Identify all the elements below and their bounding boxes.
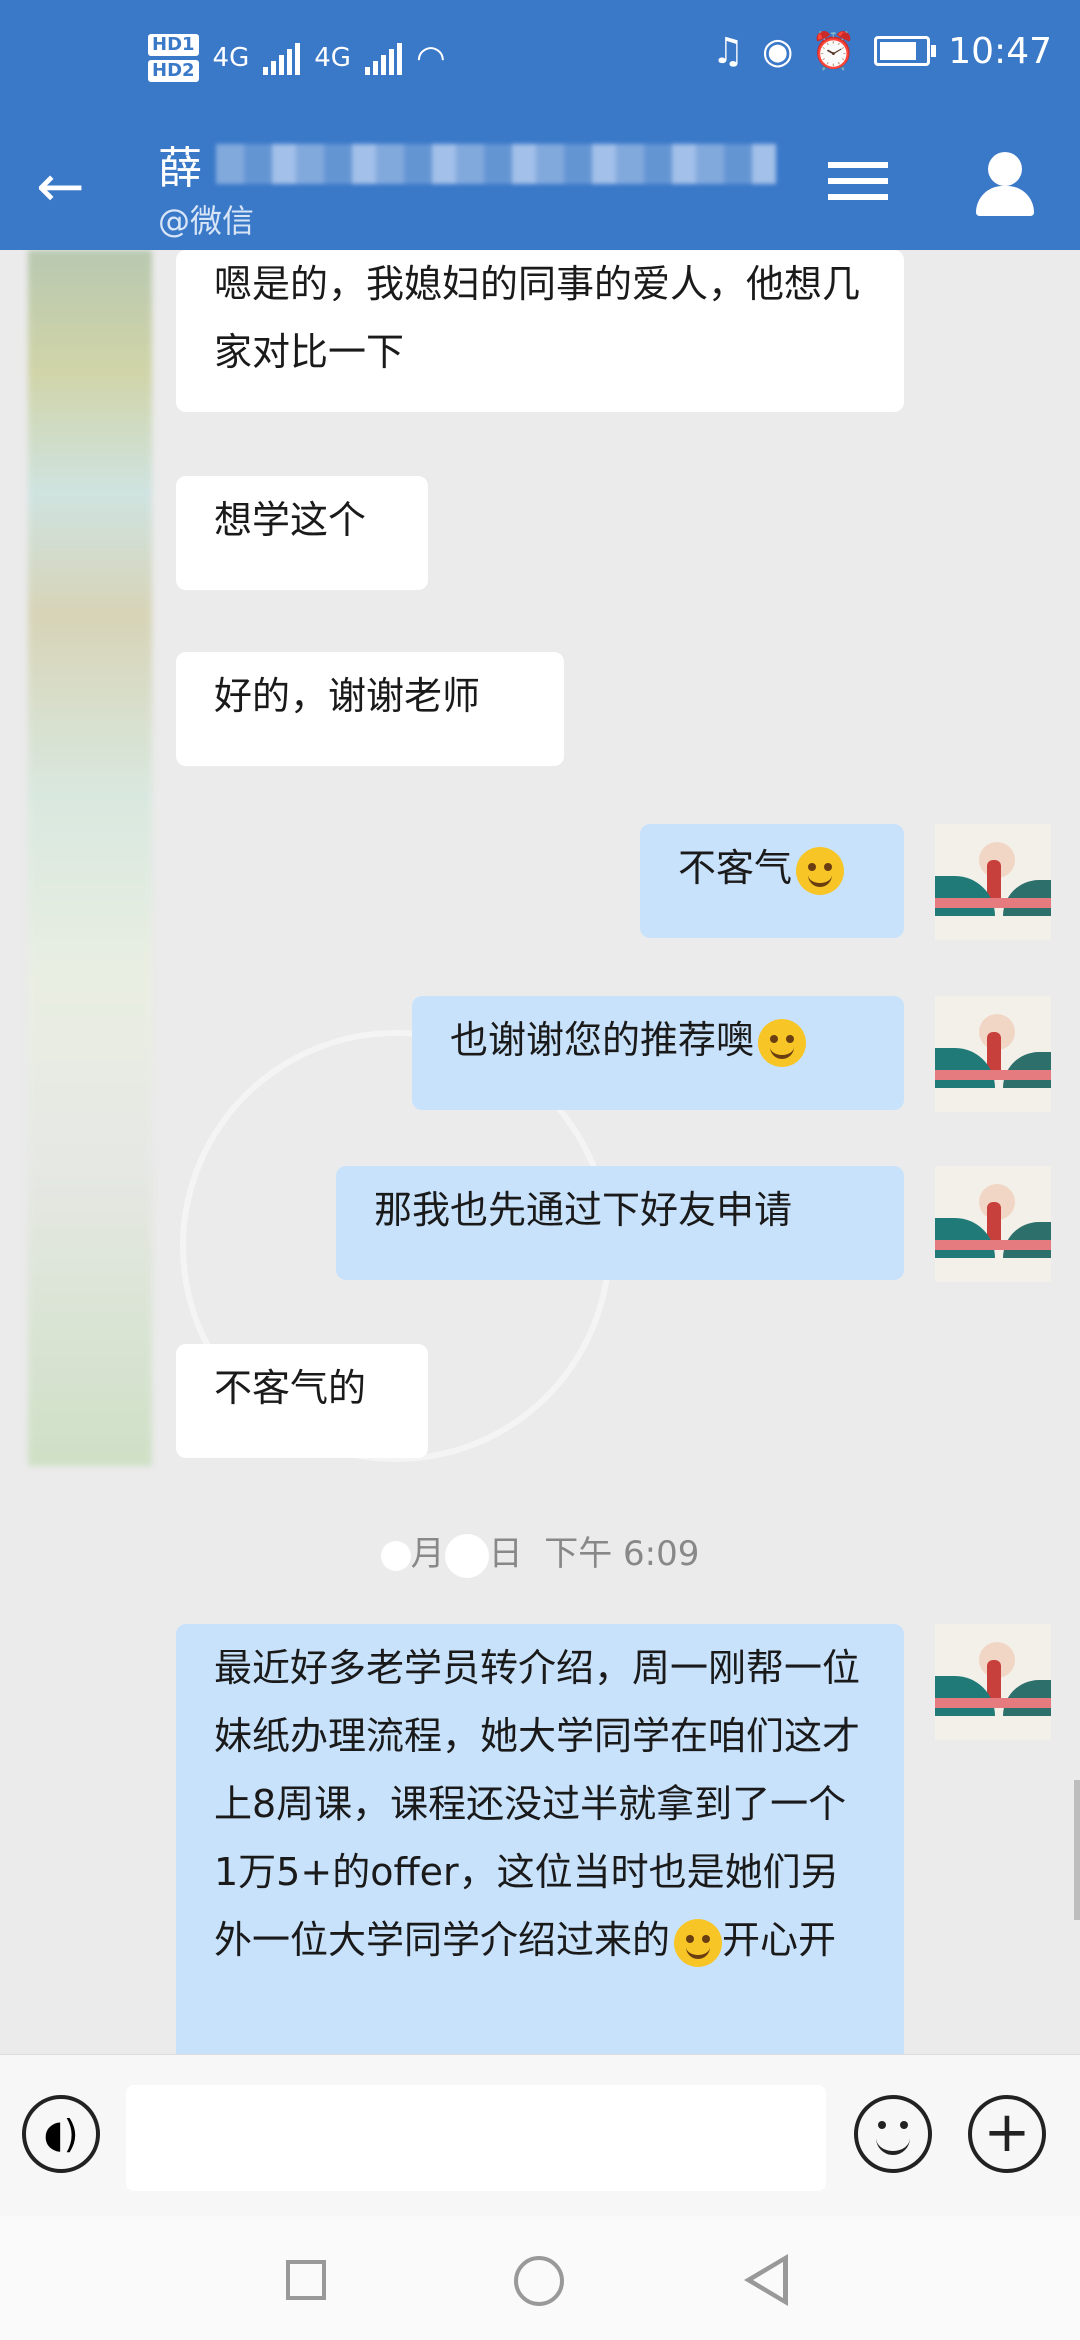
redacted-month xyxy=(380,1540,411,1571)
signal-icon-2 xyxy=(364,41,402,75)
hd-indicators: HD1 HD2 xyxy=(148,34,199,82)
network-label-1: 4G xyxy=(212,43,250,73)
my-avatar[interactable] xyxy=(935,824,1051,940)
status-bar: HD1 HD2 4G 4G ◠ ♫ ◉ ⏰ 10:47 xyxy=(0,0,1080,126)
contact-title: 薛 xyxy=(158,132,776,196)
message-trailing-text: 开心开 xyxy=(722,1918,837,1962)
timestamp: 月 日 下午 6:09 xyxy=(0,1526,1080,1578)
hd2-label: HD2 xyxy=(148,60,199,82)
plus-icon[interactable]: + xyxy=(968,2095,1046,2173)
chat-header: ← 薛 @微信 xyxy=(0,126,1080,250)
emoji-icon[interactable] xyxy=(854,2095,932,2173)
headphone-icon: ♫ xyxy=(711,30,744,72)
my-avatar[interactable] xyxy=(935,1166,1051,1282)
status-right-indicators: ♫ ◉ ⏰ 10:47 xyxy=(711,30,1052,73)
home-icon[interactable] xyxy=(514,2256,564,2306)
my-avatar[interactable] xyxy=(935,1624,1051,1740)
message-input[interactable] xyxy=(126,2085,826,2191)
message-bubble[interactable]: 也谢谢您的推荐噢 xyxy=(412,996,904,1110)
contact-name: 薛 xyxy=(158,143,202,194)
chat-area[interactable]: 嗯是的，我媳妇的同事的爱人，他想几家对比一下 想学这个 好的，谢谢老师 不客气 … xyxy=(0,250,1080,2054)
back-icon[interactable] xyxy=(744,2254,788,2306)
message-text: 那我也先通过下好友申请 xyxy=(374,1188,793,1232)
timestamp-day: 日 xyxy=(488,1534,523,1574)
message-text: 最近好多老学员转介绍，周一刚帮一位妹纸办理流程，她大学同学在咱们这才上8周课，课… xyxy=(214,1646,861,1962)
contact-subtitle: @微信 xyxy=(158,202,255,240)
timestamp-month: 月 xyxy=(410,1534,445,1574)
scrollbar[interactable] xyxy=(1074,1780,1080,1920)
message-bubble[interactable]: 不客气的 xyxy=(176,1344,428,1458)
system-nav-bar xyxy=(0,2216,1080,2340)
eye-icon: ◉ xyxy=(762,30,794,72)
message-bubble[interactable]: 不客气 xyxy=(640,824,904,938)
redacted-name xyxy=(216,144,776,184)
status-left-indicators: HD1 HD2 4G 4G ◠ xyxy=(148,34,446,82)
wink-emoji-icon xyxy=(758,1018,807,1067)
alarm-icon: ⏰ xyxy=(811,31,857,72)
network-label-2: 4G xyxy=(314,43,351,73)
message-bubble[interactable]: 嗯是的，我媳妇的同事的爱人，他想几家对比一下 xyxy=(176,250,904,412)
smile-emoji-icon xyxy=(796,846,845,895)
clock-time: 10:47 xyxy=(948,30,1052,72)
wifi-icon: ◠ xyxy=(415,38,446,78)
arrow-left-icon[interactable]: ← xyxy=(36,156,96,216)
message-bubble[interactable]: 想学这个 xyxy=(176,476,428,590)
voice-icon[interactable]: ◖) xyxy=(22,2095,100,2173)
message-text: 也谢谢您的推荐噢 xyxy=(450,1018,755,1062)
timestamp-time: 下午 6:09 xyxy=(544,1534,700,1574)
menu-icon[interactable] xyxy=(828,152,888,212)
input-bar: ◖) + xyxy=(0,2054,1080,2217)
message-text: 不客气的 xyxy=(214,1366,367,1410)
message-text: 想学这个 xyxy=(214,498,367,542)
message-bubble[interactable]: 最近好多老学员转介绍，周一刚帮一位妹纸办理流程，她大学同学在咱们这才上8周课，课… xyxy=(176,1624,904,2054)
person-icon[interactable] xyxy=(970,146,1040,226)
battery-icon xyxy=(874,36,937,66)
redacted-day xyxy=(444,1533,489,1578)
message-text: 好的，谢谢老师 xyxy=(214,674,481,718)
my-avatar[interactable] xyxy=(935,996,1051,1112)
contact-avatar[interactable] xyxy=(28,250,152,1466)
recent-apps-icon[interactable] xyxy=(286,2260,326,2300)
message-text: 嗯是的，我媳妇的同事的爱人，他想几家对比一下 xyxy=(214,262,861,374)
message-bubble[interactable]: 好的，谢谢老师 xyxy=(176,652,564,766)
signal-icon-1 xyxy=(263,41,301,75)
message-text: 不客气 xyxy=(678,846,793,890)
grin-emoji-icon xyxy=(674,1918,723,1967)
message-bubble[interactable]: 那我也先通过下好友申请 xyxy=(336,1166,904,1280)
hd1-label: HD1 xyxy=(148,34,199,56)
